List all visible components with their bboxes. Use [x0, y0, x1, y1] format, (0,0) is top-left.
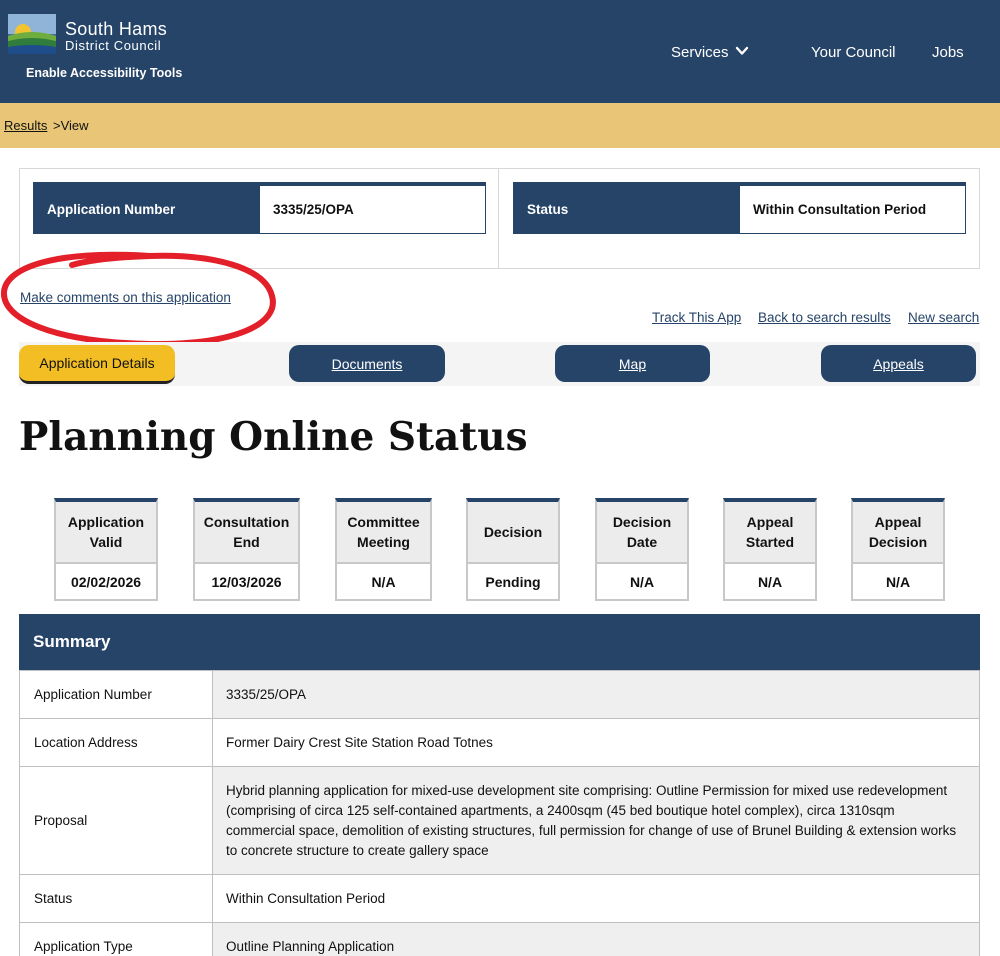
status-box-committee-meeting: Committee Meeting N/A: [335, 498, 432, 601]
status-box-value: N/A: [853, 562, 943, 599]
summary-row-value: 3335/25/OPA: [212, 670, 980, 719]
tab-appeals[interactable]: Appeals: [821, 345, 976, 382]
status-box-title: Committee Meeting: [347, 514, 420, 550]
status-box-application-valid: Application Valid 02/02/2026: [54, 498, 158, 601]
status-box-decision: Decision Pending: [466, 498, 560, 601]
breadcrumb-current: >View: [53, 118, 89, 133]
council-name-line1[interactable]: South Hams: [65, 19, 167, 40]
status-box-value: N/A: [597, 562, 687, 599]
status-label: Status: [514, 186, 740, 233]
new-search-link[interactable]: New search: [908, 310, 979, 325]
application-number-label: Application Number: [34, 186, 260, 233]
council-logo-icon[interactable]: [8, 14, 56, 54]
table-row: Proposal Hybrid planning application for…: [19, 766, 980, 875]
status-box-consultation-end: Consultation End 12/03/2026: [193, 498, 300, 601]
info-divider: [498, 168, 499, 269]
track-this-app-link[interactable]: Track This App: [652, 310, 741, 325]
tab-documents[interactable]: Documents: [289, 345, 445, 382]
application-number-box: Application Number 3335/25/OPA: [33, 182, 486, 234]
tab-application-details[interactable]: Application Details: [19, 345, 175, 384]
summary-row-value: Within Consultation Period: [212, 874, 980, 923]
application-number-value: 3335/25/OPA: [260, 186, 485, 233]
page-title: Planning Online Status: [19, 414, 528, 460]
status-box-value: Pending: [468, 562, 558, 599]
breadcrumb-results-link[interactable]: Results: [4, 118, 47, 133]
status-box-value: 12/03/2026: [195, 562, 298, 599]
status-box-title: Consultation End: [203, 514, 290, 550]
accessibility-tools-button[interactable]: Enable Accessibility Tools: [26, 66, 182, 80]
status-box-title: Appeal Started: [745, 514, 795, 550]
table-row: Status Within Consultation Period: [19, 874, 980, 923]
breadcrumb: Results >View: [0, 103, 1000, 148]
status-box-title: Decision: [483, 524, 543, 540]
summary-row-label: Proposal: [19, 766, 213, 875]
summary-row-value: Hybrid planning application for mixed-us…: [212, 766, 980, 875]
summary-row-label: Status: [19, 874, 213, 923]
status-box-appeal-started: Appeal Started N/A: [723, 498, 817, 601]
summary-title: Summary: [19, 614, 980, 670]
make-comments-link[interactable]: Make comments on this application: [20, 290, 231, 305]
summary-row-label: Application Type: [19, 922, 213, 956]
status-box-title: Application Valid: [67, 514, 145, 550]
table-row: Application Number 3335/25/OPA: [19, 670, 980, 719]
nav-jobs[interactable]: Jobs: [932, 44, 964, 61]
status-box-title: Decision Date: [612, 514, 672, 550]
summary-table: Application Number 3335/25/OPA Location …: [19, 670, 980, 956]
status-box-decision-date: Decision Date N/A: [595, 498, 689, 601]
nav-services[interactable]: Services: [671, 44, 729, 61]
status-box-appeal-decision: Appeal Decision N/A: [851, 498, 945, 601]
summary-row-value: Former Dairy Crest Site Station Road Tot…: [212, 718, 980, 767]
back-to-search-results-link[interactable]: Back to search results: [758, 310, 891, 325]
table-row: Location Address Former Dairy Crest Site…: [19, 718, 980, 767]
site-header: South Hams District Council Enable Acces…: [0, 0, 1000, 103]
table-row: Application Type Outline Planning Applic…: [19, 922, 980, 956]
status-box-value: 02/02/2026: [56, 562, 156, 599]
council-name-line2[interactable]: District Council: [65, 38, 161, 53]
summary-row-value: Outline Planning Application: [212, 922, 980, 956]
summary-row-label: Application Number: [19, 670, 213, 719]
chevron-down-icon[interactable]: [735, 44, 749, 58]
tab-map[interactable]: Map: [555, 345, 710, 382]
status-value: Within Consultation Period: [740, 186, 965, 233]
status-box-value: N/A: [725, 562, 815, 599]
nav-your-council[interactable]: Your Council: [811, 44, 896, 61]
summary-section: Summary Application Number 3335/25/OPA L…: [19, 614, 980, 956]
status-box: Status Within Consultation Period: [513, 182, 966, 234]
summary-row-label: Location Address: [19, 718, 213, 767]
status-box-value: N/A: [337, 562, 430, 599]
status-box-title: Appeal Decision: [868, 514, 928, 550]
